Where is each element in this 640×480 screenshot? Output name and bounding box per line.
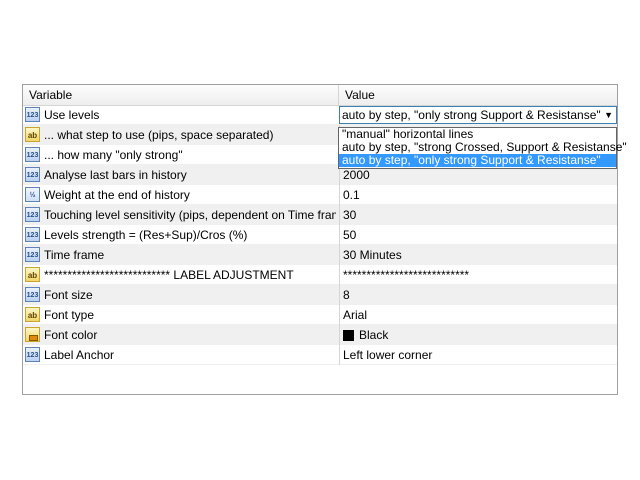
parameter-name: Weight at the end of history xyxy=(44,188,190,202)
string-icon: ab xyxy=(25,307,40,322)
numeric-icon: 123 xyxy=(25,147,40,162)
color-icon xyxy=(25,327,40,342)
dropdown-arrow-icon[interactable]: ▼ xyxy=(604,107,613,123)
table-row[interactable]: 123 Levels strength = (Res+Sup)/Cros (%)… xyxy=(23,225,617,245)
table-row[interactable]: 123 Font size 8 xyxy=(23,285,617,305)
parameter-value[interactable]: *************************** xyxy=(339,265,617,285)
parameter-name: Levels strength = (Res+Sup)/Cros (%) xyxy=(44,228,248,242)
parameter-value[interactable]: 8 xyxy=(339,285,617,305)
table-row[interactable]: ab *************************** LABEL ADJ… xyxy=(23,265,617,285)
grid-header: Variable Value xyxy=(23,85,617,106)
parameter-name: Font color xyxy=(44,328,98,342)
parameter-name: Analyse last bars in history xyxy=(44,168,187,182)
numeric-icon: 123 xyxy=(25,227,40,242)
string-icon: ab xyxy=(25,267,40,282)
parameter-value[interactable]: 30 Minutes xyxy=(339,245,617,265)
parameter-value[interactable]: Arial xyxy=(339,305,617,325)
parameter-name: Time frame xyxy=(44,248,105,262)
numeric-icon: 123 xyxy=(25,287,40,302)
table-row[interactable]: 123 Label Anchor Left lower corner xyxy=(23,345,617,365)
numeric-icon: 123 xyxy=(25,207,40,222)
parameter-value[interactable]: 50 xyxy=(339,225,617,245)
color-swatch xyxy=(343,330,354,341)
numeric-icon: 123 xyxy=(25,247,40,262)
parameter-name: Font type xyxy=(44,308,95,322)
parameter-name: Use levels xyxy=(44,108,100,122)
parameter-name: ... what step to use (pips, space separa… xyxy=(44,128,274,142)
parameter-value[interactable]: 30 xyxy=(339,205,617,225)
use-levels-combobox[interactable]: auto by step, "only strong Support & Res… xyxy=(339,106,617,124)
table-row[interactable]: ½ Weight at the end of history 0.1 xyxy=(23,185,617,205)
parameter-name: Label Anchor xyxy=(44,348,115,362)
parameter-value[interactable]: Left lower corner xyxy=(339,345,617,365)
column-header-variable[interactable]: Variable xyxy=(23,85,339,105)
string-icon: ab xyxy=(25,127,40,142)
table-row[interactable]: 123 Time frame 30 Minutes xyxy=(23,245,617,265)
table-row[interactable]: Font color Black xyxy=(23,325,617,345)
numeric-icon: 123 xyxy=(25,167,40,182)
parameter-name: Touching level sensitivity (pips, depend… xyxy=(44,208,336,222)
column-header-value[interactable]: Value xyxy=(339,85,617,105)
table-row[interactable]: ab Font type Arial xyxy=(23,305,617,325)
combobox-value: auto by step, "only strong Support & Res… xyxy=(342,108,601,122)
parameter-value[interactable]: 0.1 xyxy=(339,185,617,205)
use-levels-dropdown-list[interactable]: "manual" horizontal lines auto by step, … xyxy=(338,127,627,169)
parameter-name: ... how many "only strong" xyxy=(44,148,183,162)
dropdown-option-selected[interactable]: auto by step, "only strong Support & Res… xyxy=(339,154,616,167)
parameter-name: *************************** LABEL ADJUST… xyxy=(44,268,294,282)
table-row[interactable]: 123 Use levels auto by step, "only stron… xyxy=(23,105,617,125)
numeric-icon: 123 xyxy=(25,107,40,122)
font-color-value[interactable]: Black xyxy=(339,325,617,345)
fraction-icon: ½ xyxy=(25,187,40,202)
numeric-icon: 123 xyxy=(25,347,40,362)
table-row[interactable]: 123 Touching level sensitivity (pips, de… xyxy=(23,205,617,225)
parameter-name: Font size xyxy=(44,288,93,302)
color-name: Black xyxy=(359,328,389,342)
